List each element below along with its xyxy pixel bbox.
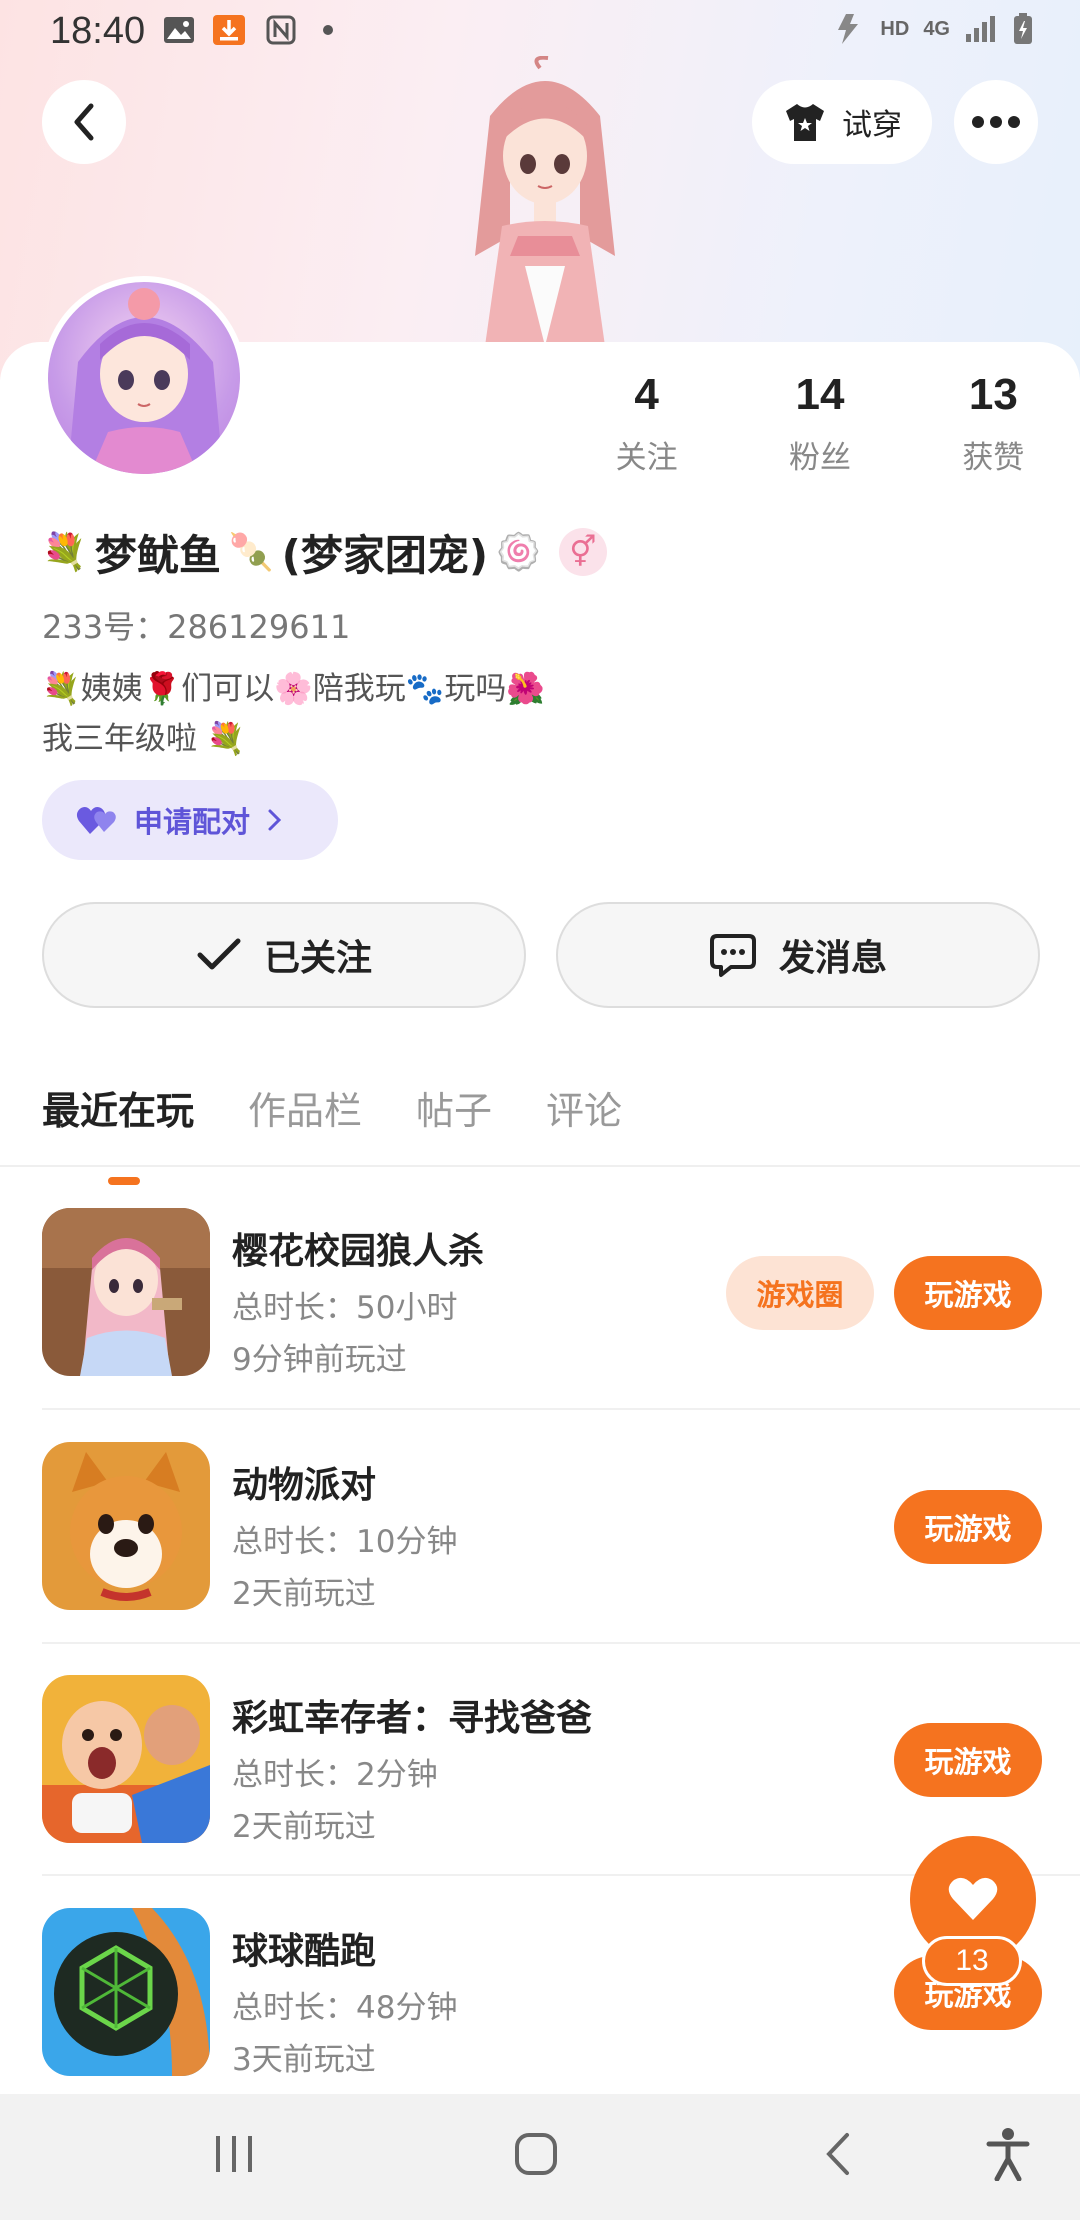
tab-recently-played-label: 最近在玩 bbox=[42, 1089, 195, 1133]
gender-badge: ⚥ bbox=[558, 528, 607, 576]
stat-following[interactable]: 4 关注 bbox=[560, 370, 733, 477]
status-bar: 18:40 HD 4G bbox=[0, 0, 1080, 62]
nav-back-button[interactable] bbox=[808, 2124, 868, 2184]
recent-apps-button[interactable] bbox=[204, 2124, 264, 2184]
user-id: 233号：286129611 bbox=[42, 608, 351, 646]
battery-icon bbox=[1014, 13, 1032, 44]
user-bio: 💐姨姨🌹们可以🌸陪我玩🐾玩吗🌺 我三年级啦 💐 bbox=[42, 664, 545, 764]
chevron-right-icon bbox=[268, 809, 282, 831]
bouquet-emoji: 💐 bbox=[42, 532, 87, 573]
game-last-played: 9分钟前玩过 bbox=[232, 1342, 407, 1378]
try-on-button[interactable]: 试穿 bbox=[752, 80, 932, 164]
bio-line-1: 💐姨姨🌹们可以🌸陪我玩🐾玩吗🌺 bbox=[42, 671, 545, 707]
data-saver-icon bbox=[838, 14, 859, 44]
home-button[interactable] bbox=[506, 2124, 566, 2184]
more-options-button[interactable] bbox=[954, 80, 1038, 164]
game-title: 樱花校园狼人杀 bbox=[232, 1231, 485, 1272]
following-label: 关注 bbox=[615, 440, 678, 476]
send-message-button[interactable]: 发消息 bbox=[556, 902, 1040, 1008]
avatar-character-figure bbox=[475, 56, 615, 346]
profile-stats: 4 关注 14 粉丝 13 获赞 bbox=[560, 370, 1080, 477]
game-icon-ball-run bbox=[42, 1908, 210, 2076]
user-avatar[interactable] bbox=[42, 276, 246, 480]
followed-button[interactable]: 已关注 bbox=[42, 902, 526, 1008]
status-time: 18:40 bbox=[50, 10, 146, 52]
dango-emoji: 🍡 bbox=[228, 532, 274, 573]
game-last-played: 2天前玩过 bbox=[232, 1809, 376, 1845]
user-name-suffix: (梦家团宠) bbox=[281, 530, 489, 580]
game-circle-button[interactable]: 游戏圈 bbox=[726, 1256, 874, 1330]
stat-followers[interactable]: 14 粉丝 bbox=[733, 370, 906, 477]
notification-dot-icon bbox=[323, 25, 333, 35]
system-navigation-bar bbox=[0, 2094, 1080, 2220]
tshirt-icon bbox=[786, 104, 824, 141]
apply-pair-button[interactable]: 申请配对 bbox=[42, 780, 338, 860]
play-game-button[interactable]: 玩游戏 bbox=[894, 1256, 1042, 1330]
accessibility-button[interactable] bbox=[978, 2124, 1038, 2184]
profile-tabs: 最近在玩 作品栏 帖子 评论 bbox=[42, 1080, 622, 1185]
following-count: 4 bbox=[634, 370, 659, 419]
avatar-image bbox=[68, 288, 223, 474]
tab-works[interactable]: 作品栏 bbox=[248, 1080, 362, 1135]
accessibility-icon bbox=[986, 2128, 1030, 2181]
game-total-time: 总时长：2分钟 bbox=[232, 1757, 438, 1793]
like-count-badge: 13 bbox=[922, 1936, 1022, 1986]
hd-label: HD bbox=[880, 17, 910, 40]
game-row-sakura-school[interactable]: 樱花校园狼人杀 总时长：50小时 9分钟前玩过 游戏圈 玩游戏 bbox=[42, 1172, 1042, 1404]
likes-count: 13 bbox=[968, 370, 1018, 419]
followers-label: 粉丝 bbox=[788, 440, 851, 476]
home-icon bbox=[515, 2133, 557, 2175]
chevron-left-icon bbox=[74, 103, 94, 141]
game-icon-sakura-school bbox=[42, 1208, 210, 1376]
game-total-time: 总时长：10分钟 bbox=[232, 1524, 458, 1560]
game-icon-rainbow-survivor bbox=[42, 1675, 210, 1843]
double-heart-icon bbox=[76, 807, 116, 834]
apply-pair-label: 申请配对 bbox=[134, 805, 251, 839]
chat-bubble-icon bbox=[709, 934, 756, 977]
game-last-played: 3天前玩过 bbox=[232, 2042, 376, 2078]
network-label: 4G bbox=[923, 17, 950, 40]
game-title: 动物派对 bbox=[232, 1465, 377, 1506]
nav-back-icon bbox=[826, 2133, 849, 2175]
game-row-animal-party[interactable]: 动物派对 总时长：10分钟 2天前玩过 玩游戏 bbox=[42, 1406, 1042, 1638]
user-name-row: 💐 梦鱿鱼 🍡 (梦家团宠) 🍥 ⚥ bbox=[42, 522, 607, 582]
tab-posts-label: 帖子 bbox=[416, 1089, 493, 1133]
play-game-button[interactable]: 玩游戏 bbox=[894, 1490, 1042, 1564]
game-row-ball-run[interactable]: 球球酷跑 总时长：48分钟 3天前玩过 玩游戏 bbox=[42, 1872, 1042, 2104]
status-indicators: HD 4G bbox=[832, 12, 1034, 46]
user-name: 梦鱿鱼 bbox=[94, 530, 221, 580]
game-total-time: 总时长：50小时 bbox=[232, 1290, 458, 1326]
tab-comments[interactable]: 评论 bbox=[546, 1080, 622, 1135]
send-message-label: 发消息 bbox=[778, 938, 887, 979]
tab-recently-played[interactable]: 最近在玩 bbox=[42, 1080, 195, 1185]
bio-line-2: 我三年级啦 💐 bbox=[42, 721, 246, 757]
game-row-rainbow-survivor[interactable]: 彩虹幸存者：寻找爸爸 总时长：2分钟 2天前玩过 玩游戏 bbox=[42, 1639, 1042, 1871]
game-last-played: 2天前玩过 bbox=[232, 1576, 376, 1612]
game-title: 彩虹幸存者：寻找爸爸 bbox=[232, 1698, 593, 1739]
stat-likes[interactable]: 13 获赞 bbox=[907, 370, 1080, 477]
game-total-time: 总时长：48分钟 bbox=[232, 1990, 458, 2026]
followers-count: 14 bbox=[795, 370, 845, 419]
play-game-button[interactable]: 玩游戏 bbox=[894, 1723, 1042, 1797]
heart-icon bbox=[948, 1877, 998, 1920]
gallery-icon bbox=[164, 17, 194, 43]
more-dots-icon bbox=[972, 116, 1020, 128]
recent-apps-icon bbox=[216, 2136, 252, 2172]
signal-icon bbox=[966, 16, 995, 42]
back-button[interactable] bbox=[42, 80, 126, 164]
fishcake-emoji: 🍥 bbox=[496, 532, 541, 573]
try-on-label: 试穿 bbox=[842, 108, 902, 143]
followed-label: 已关注 bbox=[263, 938, 372, 979]
game-title: 球球酷跑 bbox=[232, 1931, 377, 1972]
tabs-divider bbox=[0, 1165, 1080, 1167]
tab-works-label: 作品栏 bbox=[248, 1089, 363, 1133]
tab-comments-label: 评论 bbox=[546, 1089, 623, 1133]
download-icon bbox=[213, 15, 245, 45]
game-icon-animal-party bbox=[42, 1442, 210, 1610]
likes-label: 获赞 bbox=[962, 440, 1025, 476]
check-icon bbox=[197, 938, 241, 970]
tab-posts[interactable]: 帖子 bbox=[416, 1080, 492, 1135]
nfc-icon bbox=[266, 15, 296, 45]
